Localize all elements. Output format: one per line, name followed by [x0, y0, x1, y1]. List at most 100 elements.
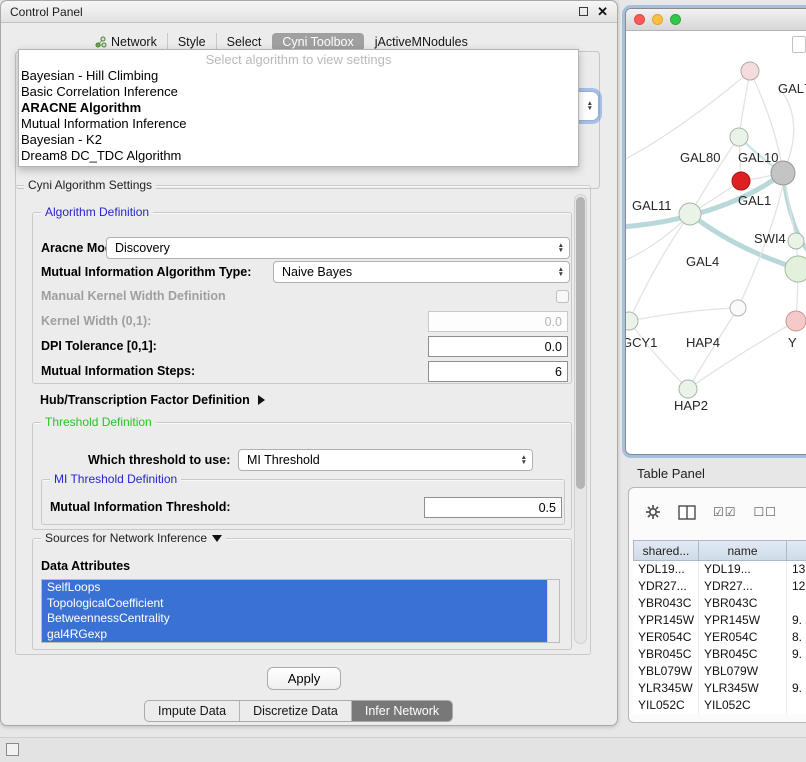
algorithm-dropdown-popup: Select algorithm to view settings Bayesi… [18, 49, 579, 167]
network-node[interactable] [730, 128, 748, 146]
table-cell[interactable]: YBL079W [699, 663, 787, 680]
algorithm-option[interactable]: Bayesian - Hill Climbing [19, 68, 578, 84]
node-label: GAL10 [738, 150, 778, 165]
tab-infer-network[interactable]: Infer Network [351, 701, 452, 721]
algorithm-option[interactable]: Mutual Information Inference [19, 116, 578, 132]
apply-button[interactable]: Apply [267, 667, 341, 690]
table-cell[interactable]: YPR145W [633, 612, 699, 629]
network-node[interactable] [679, 203, 701, 225]
table-row[interactable]: YBR045CYBR045C9. [633, 646, 806, 663]
columns-icon[interactable] [678, 505, 696, 520]
table-cell[interactable] [787, 663, 806, 680]
table-cell[interactable]: 9. [787, 680, 806, 697]
table-cell[interactable]: 13 [787, 561, 806, 578]
table-cell[interactable] [787, 697, 806, 714]
table-cell[interactable]: YBR043C [699, 595, 787, 612]
table-cell[interactable]: 9. [787, 646, 806, 663]
table-cell[interactable]: YER054C [633, 629, 699, 646]
tab-select[interactable]: Select [216, 33, 272, 51]
float-window-icon[interactable] [579, 7, 588, 16]
network-node[interactable] [741, 62, 759, 80]
table-cell[interactable]: YBL079W [633, 663, 699, 680]
tab-cyni-toolbox[interactable]: Cyni Toolbox [272, 33, 363, 51]
sources-group-title[interactable]: Sources for Network Inference [41, 531, 226, 545]
table-column-header[interactable]: shared... [633, 540, 699, 561]
table-cell[interactable]: YDR27... [633, 578, 699, 595]
network-node[interactable] [626, 312, 638, 330]
table-cell[interactable] [787, 595, 806, 612]
close-icon[interactable]: ✕ [597, 7, 608, 17]
table-cell[interactable]: 9. [787, 612, 806, 629]
table-row[interactable]: YDL19...YDL19...13 [633, 561, 806, 578]
network-window-titlebar[interactable] [626, 9, 806, 31]
scrollbar-thumb[interactable] [576, 197, 585, 489]
kernel-width-field[interactable] [428, 311, 568, 332]
data-attribute-item[interactable]: SelfLoops [42, 580, 547, 596]
tab-jactivemodules[interactable]: jActiveMNodules [365, 33, 478, 51]
mi-threshold-field[interactable] [424, 497, 562, 518]
table-row[interactable]: YBL079WYBL079W [633, 663, 806, 680]
window-close-button[interactable] [634, 14, 645, 25]
mi-type-select[interactable]: Naive Bayes ▲▼ [273, 261, 570, 283]
network-canvas[interactable]: GAL7GAL80GAL10GAL11GAL1SWI4GAL4GCY1HAP4Y… [626, 9, 806, 455]
table-cell[interactable]: YBR045C [633, 646, 699, 663]
table-cell[interactable]: YPR145W [699, 612, 787, 629]
manual-kernel-label: Manual Kernel Width Definition [41, 285, 226, 307]
network-scrollbar[interactable] [792, 36, 806, 53]
table-cell[interactable]: YIL052C [699, 697, 787, 714]
network-node[interactable] [732, 172, 750, 190]
table-cell[interactable]: YLR345W [699, 680, 787, 697]
data-attribute-item[interactable]: TopologicalCoefficient [42, 596, 547, 612]
table-column-header[interactable] [787, 540, 806, 561]
window-minimize-button[interactable] [652, 14, 663, 25]
table-row[interactable]: YDR27...YDR27...12 [633, 578, 806, 595]
table-row[interactable]: YBR043CYBR043C [633, 595, 806, 612]
table-cell[interactable]: YBR043C [633, 595, 699, 612]
table-cell[interactable]: YER054C [699, 629, 787, 646]
table-column-header[interactable]: name [699, 540, 787, 561]
data-attribute-item[interactable]: BetweennessCentrality [42, 611, 547, 627]
table-cell[interactable]: 12 [787, 578, 806, 595]
aracne-mode-select[interactable]: Discovery ▲▼ [106, 237, 570, 259]
network-node[interactable] [730, 300, 746, 316]
data-attribute-item[interactable]: gal4RGexp [42, 627, 547, 643]
settings-scrollbar[interactable] [574, 194, 587, 644]
table-row[interactable]: YIL052CYIL052C [633, 697, 806, 714]
table-cell[interactable]: YIL052C [633, 697, 699, 714]
clear-all-checks-icon[interactable]: ☐☐ [754, 505, 778, 519]
select-all-checks-icon[interactable]: ☑☑ [713, 505, 737, 519]
dpi-tolerance-field[interactable] [428, 336, 568, 357]
network-icon [95, 36, 107, 48]
hub-definition-expander[interactable]: Hub/Transcription Factor Definition [40, 390, 265, 410]
manual-kernel-checkbox[interactable] [556, 290, 569, 303]
algorithm-option[interactable]: Dream8 DC_TDC Algorithm [19, 148, 578, 164]
table-header-row: shared...name [633, 540, 806, 561]
threshold-select[interactable]: MI Threshold ▲▼ [238, 449, 533, 471]
table-cell[interactable]: YBR045C [699, 646, 787, 663]
table-cell[interactable]: YLR345W [633, 680, 699, 697]
algorithm-option[interactable]: Bayesian - K2 [19, 132, 578, 148]
mi-steps-field[interactable] [428, 361, 568, 382]
window-zoom-button[interactable] [670, 14, 681, 25]
float-panel-icon[interactable] [6, 743, 19, 756]
table-row[interactable]: YLR345WYLR345W9. [633, 680, 806, 697]
table-row[interactable]: YER054CYER054C8. [633, 629, 806, 646]
tab-impute-data[interactable]: Impute Data [145, 701, 239, 721]
table-cell[interactable]: 8. [787, 629, 806, 646]
chevron-updown-icon: ▲▼ [587, 101, 593, 111]
tab-style[interactable]: Style [167, 33, 216, 51]
table-cell[interactable]: YDR27... [699, 578, 787, 595]
table-row[interactable]: YPR145WYPR145W9. [633, 612, 806, 629]
algorithm-option[interactable]: ARACNE Algorithm [19, 100, 578, 116]
tab-network[interactable]: Network [85, 33, 167, 51]
algorithm-option[interactable]: Basic Correlation Inference [19, 84, 578, 100]
network-node[interactable] [679, 380, 697, 398]
tab-discretize-data[interactable]: Discretize Data [239, 701, 351, 721]
network-node[interactable] [788, 233, 804, 249]
network-node[interactable] [786, 311, 806, 331]
list-scrollbar[interactable] [547, 580, 559, 642]
table-cell[interactable]: YDL19... [633, 561, 699, 578]
table-cell[interactable]: YDL19... [699, 561, 787, 578]
gear-icon[interactable] [645, 504, 661, 520]
network-node[interactable] [785, 256, 806, 282]
